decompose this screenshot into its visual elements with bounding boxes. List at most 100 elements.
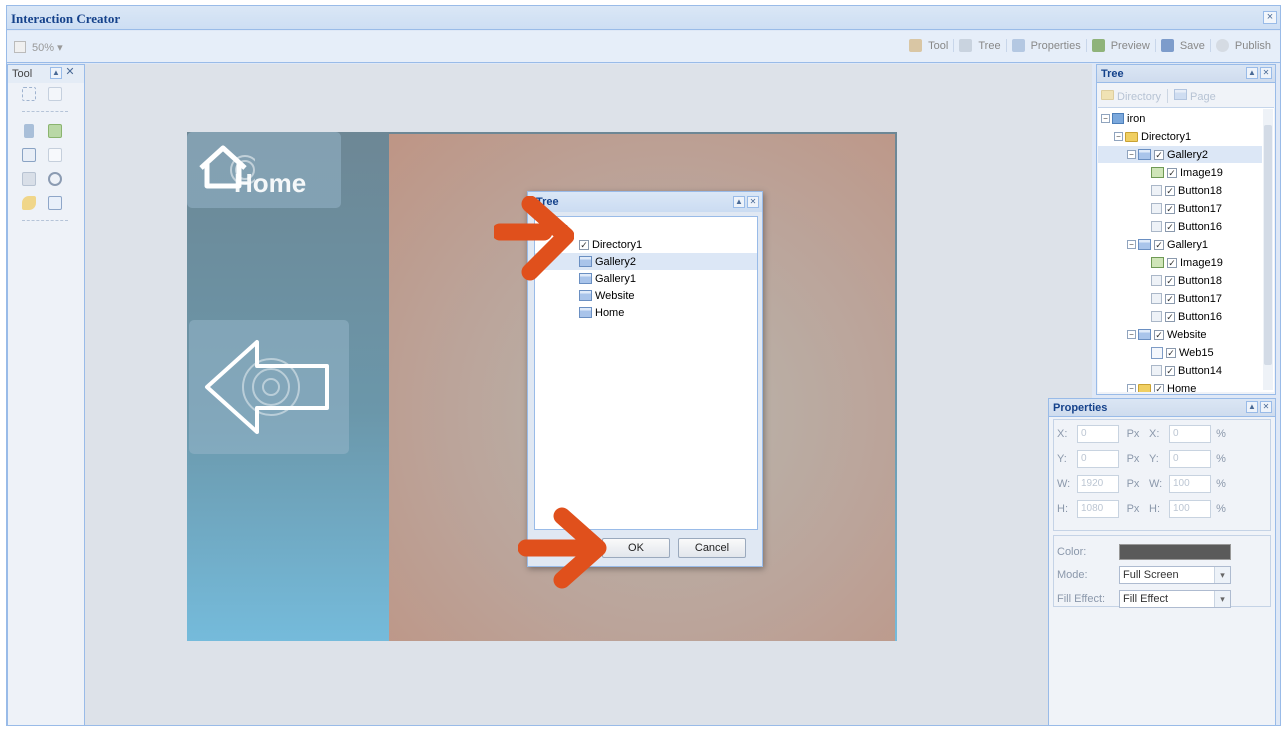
collapse-icon[interactable]: ▲ xyxy=(1246,67,1258,79)
dialog-tree-item-label: Directory1 xyxy=(592,238,643,251)
checkbox-icon[interactable]: ✓ xyxy=(1165,275,1175,286)
collapse-icon[interactable]: ▲ xyxy=(50,67,62,79)
properties-button[interactable]: Properties xyxy=(1007,39,1087,52)
tree-item-label: Image19 xyxy=(1180,256,1223,269)
close-icon[interactable]: ✕ xyxy=(1260,401,1272,413)
checkbox-icon[interactable]: ✓ xyxy=(1165,185,1175,196)
tree-list[interactable]: − iron − Directory1− ✓ Gallery2 ✓ Image19 ✓ Butto… xyxy=(1098,107,1274,392)
root-icon xyxy=(1112,113,1124,124)
property-input[interactable]: 0 xyxy=(1077,450,1119,468)
property-label: Px xyxy=(1126,453,1140,465)
collapse-toggle-icon[interactable]: − xyxy=(1127,330,1136,339)
checkbox-icon[interactable]: ✓ xyxy=(1165,293,1175,304)
dialog-tree-item[interactable]: Home xyxy=(535,304,757,321)
checkbox-icon[interactable]: ✓ xyxy=(1167,257,1177,268)
tree-item[interactable]: ✓ Button18 xyxy=(1098,182,1262,199)
tree-item[interactable]: ✓ Button17 xyxy=(1098,200,1262,217)
tree-item[interactable]: − ✓ Website xyxy=(1098,326,1262,343)
collapse-icon[interactable]: ▲ xyxy=(1246,401,1258,413)
tree-item[interactable]: ✓ Web15 xyxy=(1098,344,1262,361)
property-input[interactable]: 0 xyxy=(1077,425,1119,443)
fill-effect-select[interactable]: Fill Effect ▾ xyxy=(1119,590,1231,608)
folder-icon xyxy=(1125,131,1138,142)
tool-panel: Tool ▲ ✕ xyxy=(7,64,85,725)
frame-tool-icon[interactable] xyxy=(48,87,62,101)
checkbox-icon[interactable]: ✓ xyxy=(1154,149,1164,160)
add-page-button[interactable]: Page xyxy=(1174,89,1216,103)
property-input[interactable]: 1920 xyxy=(1077,475,1119,493)
close-icon[interactable]: × xyxy=(1263,11,1277,24)
save-button[interactable]: Save xyxy=(1156,39,1211,52)
button-icon xyxy=(1151,365,1162,376)
film-tool-icon[interactable] xyxy=(24,124,34,138)
checkbox-icon[interactable]: ✓ xyxy=(1166,347,1176,358)
property-input[interactable]: 0 xyxy=(1169,425,1211,443)
collapse-toggle-icon[interactable]: − xyxy=(1114,132,1123,141)
tree-button[interactable]: Tree xyxy=(954,39,1007,52)
scrollbar[interactable] xyxy=(1263,109,1273,390)
collapse-icon[interactable]: ▲ xyxy=(733,196,745,208)
tree-item[interactable]: − Directory1 xyxy=(1098,128,1262,145)
collapse-toggle-icon[interactable]: − xyxy=(1127,150,1136,159)
checkbox-icon[interactable]: ✓ xyxy=(1154,329,1164,340)
mode-select[interactable]: Full Screen ▾ xyxy=(1119,566,1231,584)
page-icon xyxy=(1174,89,1188,100)
publish-button[interactable]: Publish xyxy=(1211,39,1276,52)
text-tool-icon[interactable] xyxy=(22,148,36,162)
ok-button[interactable]: OK xyxy=(602,538,670,558)
page-label: Page xyxy=(1190,91,1216,103)
add-directory-button[interactable]: Directory xyxy=(1101,89,1161,103)
tree-item[interactable]: ✓ Button17 xyxy=(1098,290,1262,307)
page-icon xyxy=(579,290,592,301)
dialog-tree-item[interactable]: Website xyxy=(535,287,757,304)
color-swatch[interactable] xyxy=(1119,544,1231,560)
tree-item-label: Button16 xyxy=(1178,310,1223,323)
checkbox-icon[interactable]: ✓ xyxy=(1165,311,1175,322)
collapse-toggle-icon[interactable]: − xyxy=(1101,114,1110,123)
close-icon[interactable]: ✕ xyxy=(747,196,759,208)
tree-item[interactable]: ✓ Button14 xyxy=(1098,362,1262,379)
select-tool-icon[interactable] xyxy=(22,87,36,101)
property-input[interactable]: 0 xyxy=(1169,450,1211,468)
checkbox-icon[interactable]: ✓ xyxy=(1165,203,1175,214)
tree-item[interactable]: ✓ Button16 xyxy=(1098,218,1262,235)
font-tool-icon[interactable] xyxy=(48,148,62,162)
home-button[interactable]: Home xyxy=(187,132,341,208)
button-tool-icon[interactable] xyxy=(22,172,36,186)
property-input[interactable]: 1080 xyxy=(1077,500,1119,518)
checkbox-icon[interactable]: ✓ xyxy=(1154,239,1164,250)
close-icon[interactable]: ✕ xyxy=(64,67,76,79)
cancel-button[interactable]: Cancel xyxy=(678,538,746,558)
tree-button-label: Tree xyxy=(978,39,1001,52)
tree-item[interactable]: ✓ Button18 xyxy=(1098,272,1262,289)
tree-item[interactable]: − ✓ Home xyxy=(1098,380,1262,392)
checkbox-icon[interactable]: ✓ xyxy=(579,239,589,250)
property-input[interactable]: 100 xyxy=(1169,500,1211,518)
tree-item[interactable]: ✓ Button16 xyxy=(1098,308,1262,325)
property-label: % xyxy=(1216,503,1226,515)
tree-item[interactable]: ✓ Image19 xyxy=(1098,164,1262,181)
button-icon xyxy=(1151,203,1162,214)
checkbox-icon[interactable]: ✓ xyxy=(1167,167,1177,178)
tree-item[interactable]: − iron xyxy=(1098,110,1262,127)
tool-button[interactable]: Tool xyxy=(904,39,955,52)
dialog-tree-item-label: Home xyxy=(595,306,625,319)
scrollbar-thumb[interactable] xyxy=(1264,125,1272,365)
circle-tool-icon[interactable] xyxy=(48,172,62,186)
prev-button[interactable] xyxy=(189,320,349,454)
checkbox-icon[interactable]: ✓ xyxy=(1154,383,1164,392)
tree-item[interactable]: ✓ Image19 xyxy=(1098,254,1262,271)
tree-item[interactable]: − ✓ Gallery2 xyxy=(1098,146,1262,163)
zoom-control[interactable]: 50% ▾ xyxy=(14,41,63,54)
preview-button[interactable]: Preview xyxy=(1087,39,1156,52)
page-tool-icon[interactable] xyxy=(48,196,62,210)
checkbox-icon[interactable]: ✓ xyxy=(1165,365,1175,376)
image-tool-icon[interactable] xyxy=(48,124,62,138)
collapse-toggle-icon[interactable]: − xyxy=(1127,384,1136,392)
property-input[interactable]: 100 xyxy=(1169,475,1211,493)
tree-item[interactable]: − ✓ Gallery1 xyxy=(1098,236,1262,253)
checkbox-icon[interactable]: ✓ xyxy=(1165,221,1175,232)
collapse-toggle-icon[interactable]: − xyxy=(1127,240,1136,249)
shape-tool-icon[interactable] xyxy=(22,196,36,210)
close-icon[interactable]: ✕ xyxy=(1260,67,1272,79)
